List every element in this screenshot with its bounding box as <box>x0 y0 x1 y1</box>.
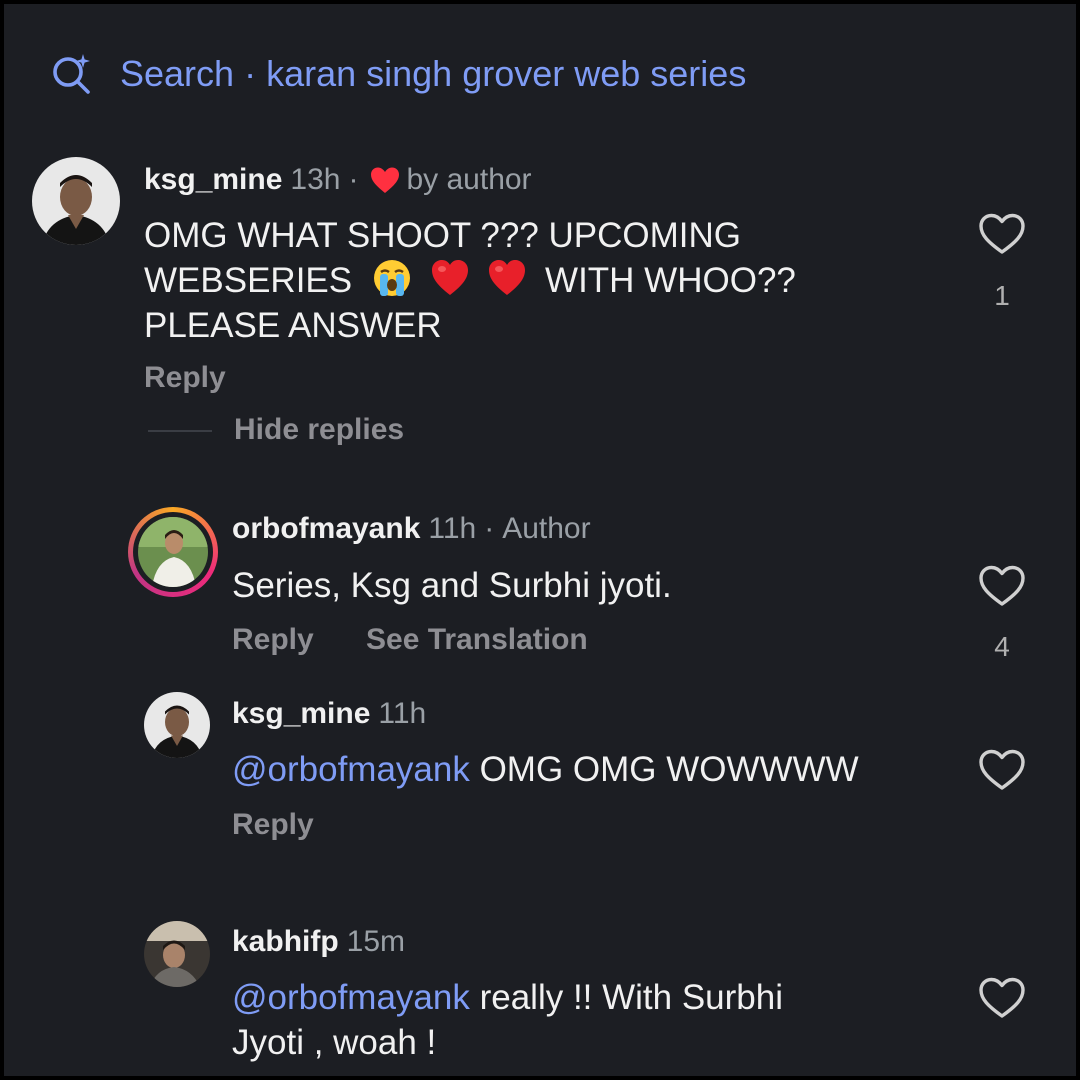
like-count: 4 <box>994 631 1010 662</box>
comment-text-line: OMG WHAT SHOOT ??? UPCOMING <box>144 216 742 255</box>
comment-text-fragment: really !! With Surbhi <box>469 978 784 1017</box>
avatar[interactable] <box>144 921 210 987</box>
like-button[interactable] <box>978 976 1026 1020</box>
like-count: 1 <box>994 280 1010 311</box>
username[interactable]: ksg_mine <box>232 697 370 731</box>
timestamp: 15m <box>346 925 406 958</box>
red-heart-icon <box>430 258 470 298</box>
mention-link[interactable]: @orbofmayank <box>232 750 470 789</box>
comment-text-line: PLEASE ANSWER <box>144 306 442 345</box>
avatar-story-ring[interactable] <box>128 507 218 597</box>
comment-text-fragment: WEBSERIES <box>144 261 353 300</box>
comment-text-fragment: OMG OMG WOWWWW <box>469 750 859 789</box>
heart-outline-icon <box>979 213 1025 254</box>
reply-button[interactable]: Reply <box>144 361 226 395</box>
reply-button[interactable]: Reply <box>232 808 314 842</box>
timestamp: 11h <box>428 512 477 545</box>
username[interactable]: ksg_mine <box>144 163 282 197</box>
comment-text-fragment: WITH WHOO?? <box>545 261 796 300</box>
comment-meta: ksg_mine 11h <box>232 697 426 731</box>
avatar[interactable] <box>144 692 210 758</box>
comment-text: @orbofmayank really !! With Surbhi Jyoti… <box>232 975 932 1065</box>
search-bar[interactable]: Search · karan singh grover web series <box>50 48 746 100</box>
comment-meta: ksg_mine 13h · by author <box>144 163 532 197</box>
heart-outline-icon <box>979 749 1025 790</box>
loudly-crying-face-icon <box>372 258 412 298</box>
timestamp: 13h <box>290 163 341 196</box>
username[interactable]: kabhifp <box>232 925 339 959</box>
avatar <box>138 517 208 587</box>
hide-replies-button[interactable]: Hide replies <box>234 413 404 447</box>
red-heart-icon <box>487 258 527 298</box>
liked-by-author-label: by author <box>406 163 532 196</box>
like-button[interactable] <box>978 212 1026 256</box>
see-translation-button[interactable]: See Translation <box>366 623 588 657</box>
heart-outline-icon <box>979 565 1025 606</box>
like-button[interactable] <box>978 748 1026 792</box>
liked-by-author-heart-icon <box>371 167 400 193</box>
avatar[interactable] <box>32 157 120 245</box>
mention-link[interactable]: @orbofmayank <box>232 978 470 1017</box>
comment-meta: orbofmayank 11h · Author <box>232 512 591 546</box>
username[interactable]: orbofmayank <box>232 512 420 546</box>
reply-button[interactable]: Reply <box>232 623 314 657</box>
author-badge: Author <box>502 512 591 545</box>
comments-screen: Search · karan singh grover web series k… <box>4 4 1076 1076</box>
comment-text-line: @orbofmayank really !! With Surbhi <box>232 975 932 1020</box>
separator: · <box>484 512 495 545</box>
comment-text: @orbofmayank OMG OMG WOWWWW <box>232 747 859 792</box>
comment-meta: kabhifp 15m <box>232 925 405 959</box>
comment-text-line: Jyoti , woah ! <box>232 1023 437 1062</box>
search-separator: · <box>244 53 257 94</box>
comment-text-line: WEBSERIES WITH WHOO?? <box>144 258 844 303</box>
comment-text: Series, Ksg and Surbhi jyoti. <box>232 566 672 605</box>
timestamp: 11h <box>378 697 427 730</box>
comment-text: OMG WHAT SHOOT ??? UPCOMING WEBSERIES WI… <box>144 213 844 348</box>
separator: · <box>348 163 359 196</box>
search-sparkle-icon <box>53 54 90 94</box>
search-query: karan singh grover web series <box>266 53 747 94</box>
thread-line <box>148 430 212 432</box>
search-label: Search <box>120 53 235 94</box>
heart-outline-icon <box>979 977 1025 1018</box>
like-button[interactable] <box>978 564 1026 608</box>
